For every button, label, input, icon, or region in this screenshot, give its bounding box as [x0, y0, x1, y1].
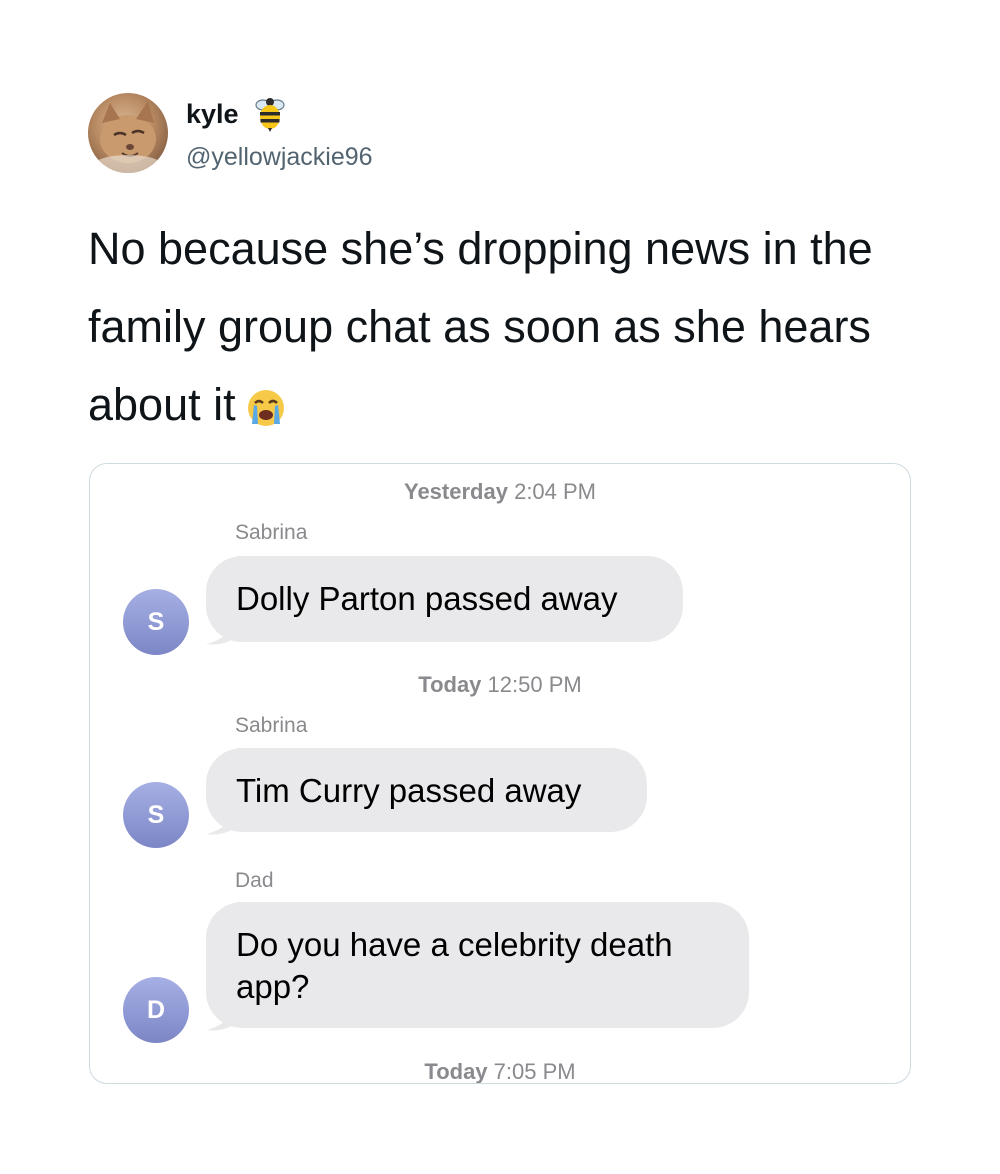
tweet-text-content: No because she’s dropping news in the fa…: [88, 223, 873, 430]
message-bubble[interactable]: Do you have a celebrity death app?: [206, 902, 749, 1031]
message-bubble[interactable]: Dolly Parton passed away: [206, 556, 683, 645]
timestamp: Today 7:05 PM: [90, 1059, 910, 1084]
sender-name: Sabrina: [235, 521, 308, 544]
bee-icon: [253, 96, 287, 132]
timestamp: Yesterday 2:04 PM: [90, 479, 910, 505]
message-bubble[interactable]: Tim Curry passed away: [206, 748, 647, 835]
user-avatar[interactable]: [88, 93, 168, 173]
sender-name: Dad: [235, 869, 274, 892]
cat-photo-icon: [94, 101, 162, 173]
timestamp-day: Yesterday: [403, 479, 508, 504]
chat-screenshot[interactable]: Yesterday 2:04 PM Sabrina Dolly Parton p…: [89, 463, 911, 1084]
timestamp-day: Today: [424, 1059, 488, 1084]
message-text: Tim Curry passed away: [236, 772, 582, 809]
chat-avatar[interactable]: S: [123, 782, 189, 848]
tweet-card: kyle @yellowjackie96 No because she’s dr…: [0, 0, 1000, 1174]
chat-avatar[interactable]: D: [123, 977, 189, 1043]
timestamp-time: 7:05 PM: [493, 1059, 576, 1084]
sender-name: Sabrina: [235, 714, 308, 737]
tweet-text: No because she’s dropping news in the fa…: [88, 210, 928, 444]
bubble-tail-icon: [206, 1002, 238, 1031]
bubble-tail-icon: [206, 806, 238, 835]
timestamp: Today 12:50 PM: [90, 672, 910, 698]
timestamp-time: 2:04 PM: [514, 479, 597, 504]
loudly-crying-face-icon: [244, 374, 288, 426]
timestamp-day: Today: [418, 672, 482, 697]
name-row: kyle: [186, 96, 287, 132]
message-text: Dolly Parton passed away: [236, 580, 618, 617]
timestamp-time: 12:50 PM: [487, 672, 582, 697]
user-handle[interactable]: @yellowjackie96: [186, 143, 373, 172]
chat-avatar[interactable]: S: [123, 589, 189, 655]
message-text: Do you have a celebrity death app?: [236, 926, 673, 1005]
display-name[interactable]: kyle: [186, 99, 239, 130]
bubble-tail-icon: [206, 616, 238, 645]
